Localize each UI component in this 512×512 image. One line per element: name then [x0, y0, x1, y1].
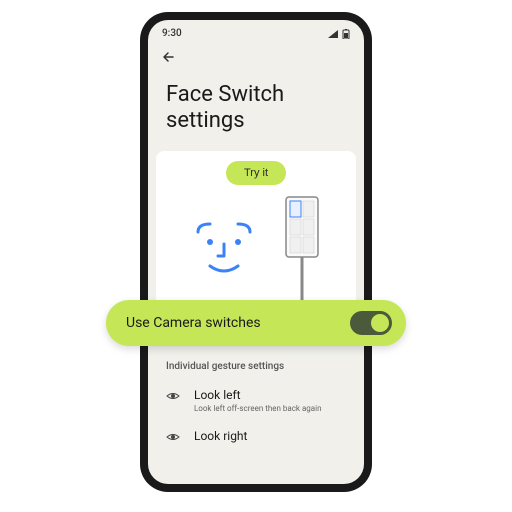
page-title: Face Switch settings: [148, 74, 364, 151]
toggle-knob: [371, 314, 389, 332]
battery-icon: [342, 29, 350, 39]
eye-icon: [166, 431, 180, 445]
phone-on-stand-icon: [280, 195, 324, 305]
status-icons: [328, 29, 350, 39]
gesture-title: Look left: [194, 388, 346, 402]
eye-icon: [166, 390, 180, 404]
try-it-button[interactable]: Try it: [226, 161, 286, 185]
status-bar: 9:30: [148, 20, 364, 43]
gesture-text: Look right: [194, 429, 346, 443]
gesture-item-look-left[interactable]: Look left Look left off-screen then back…: [148, 380, 364, 421]
gesture-text: Look left Look left off-screen then back…: [194, 388, 346, 413]
back-button[interactable]: [148, 43, 364, 74]
toggle-switch[interactable]: [350, 311, 392, 335]
illustration-card: Try it: [156, 151, 356, 321]
gesture-title: Look right: [194, 429, 346, 443]
gesture-description: Look left off-screen then back again: [194, 404, 346, 413]
face-icon: [188, 214, 260, 286]
phone-frame: 9:30 Face Switch settings Try it: [140, 12, 372, 492]
gesture-item-look-right[interactable]: Look right: [148, 421, 364, 453]
arrow-back-icon: [162, 50, 176, 64]
toggle-label: Use Camera switches: [126, 315, 261, 331]
phone-screen: 9:30 Face Switch settings Try it: [148, 20, 364, 484]
status-time: 9:30: [162, 28, 182, 39]
camera-switches-toggle-highlight[interactable]: Use Camera switches: [106, 300, 406, 346]
signal-icon: [328, 30, 338, 38]
